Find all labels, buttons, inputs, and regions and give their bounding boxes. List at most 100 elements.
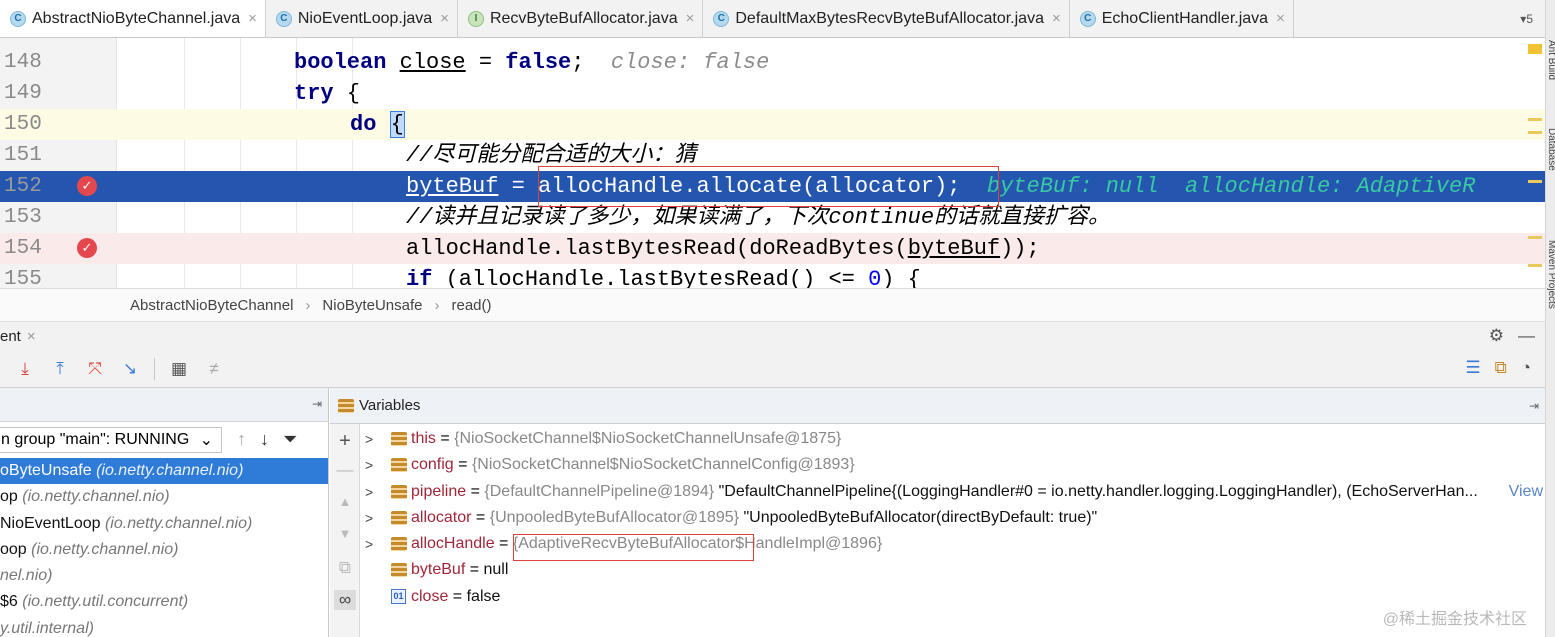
keyword: try (294, 81, 334, 106)
variable-row-close[interactable]: 01 close = false (360, 584, 1545, 610)
code-brace: { (333, 81, 361, 106)
frame-package: y.util.internal) (0, 619, 94, 637)
editor-tab-bar: C AbstractNioByteChannel.java × C NioEve… (0, 0, 1545, 38)
variable-value: {DefaultChannelPipeline@1894} (484, 483, 715, 500)
debug-header-actions: ⚙ — (1489, 326, 1535, 346)
code-line-148: 148 boolean close = false; close: false (0, 47, 1545, 78)
mute-breakpoints-icon[interactable]: ◔ (1521, 358, 1531, 378)
line-number: 149 (4, 82, 42, 105)
variable-row-allocator[interactable]: > allocator = {UnpooledByteBufAllocator@… (360, 505, 1545, 531)
frames-panel: ⇥ n group "main": RUNNING ⌄ ↑ ↓ ⏷ oByteU… (0, 388, 329, 637)
close-icon[interactable]: × (248, 10, 257, 27)
breadcrumb-separator: › (305, 296, 311, 314)
debug-toolbar-right: ☰ ⧉ ◔ (1465, 358, 1531, 378)
breadcrumb-item[interactable]: read() (451, 297, 491, 314)
close-icon[interactable]: × (1052, 10, 1061, 27)
ant-build-tab[interactable]: Ant Build (1546, 40, 1555, 80)
frame-method: op (0, 488, 23, 506)
stack-frame[interactable]: y.util.internal) (0, 616, 328, 637)
move-up-icon[interactable]: ▲ (336, 494, 354, 509)
variable-value: {NioSocketChannel$NioSocketChannelConfig… (471, 456, 855, 473)
arrow-up-icon[interactable]: ↑ (237, 429, 246, 450)
database-tab[interactable]: Database (1546, 128, 1555, 171)
tab-abstractniobytechannel[interactable]: C AbstractNioByteChannel.java × (0, 0, 266, 37)
code-comment: //尽可能分配合适的大小：猜 (406, 143, 697, 168)
marker (1528, 180, 1542, 183)
tab-recvbytebufallocator[interactable]: I RecvByteBufAllocator.java × (458, 0, 704, 37)
trace-icon[interactable]: ≠ (203, 358, 225, 380)
view-breakpoints-icon[interactable]: ☰ (1465, 358, 1480, 378)
drop-frame-icon[interactable]: ⤧ (84, 358, 106, 380)
frame-tools: ↑ ↓ ⏷ (237, 429, 297, 450)
pin-icon[interactable]: ⇥ (1529, 399, 1539, 413)
code-editor[interactable]: 148 boolean close = false; close: false … (0, 38, 1545, 288)
copy-icon[interactable]: ⧉ (336, 558, 354, 578)
restore-layout-icon[interactable]: ⧉ (1495, 358, 1507, 378)
variable-row-pipeline[interactable]: > pipeline = {DefaultChannelPipeline@189… (360, 479, 1545, 505)
thread-dropdown[interactable]: n group "main": RUNNING ⌄ (0, 427, 222, 453)
pin-icon[interactable]: ⇥ (312, 397, 322, 411)
frame-package: (io.netty.channel.nio) (31, 540, 179, 558)
frame-package: (io.netty.util.concurrent) (22, 593, 189, 611)
minimize-icon[interactable]: — (1518, 326, 1535, 346)
variable-equals: = (465, 561, 484, 578)
tab-label: DefaultMaxBytesRecvByteBufAllocator.java (735, 9, 1044, 27)
tabs-overflow-button[interactable]: ▾5 (1520, 0, 1545, 37)
evaluate-expression-icon[interactable]: ▦ (168, 358, 190, 380)
breadcrumb-item[interactable]: NioByteUnsafe (322, 297, 422, 314)
close-icon[interactable]: × (440, 10, 449, 27)
filter-icon[interactable]: ⏷ (283, 429, 297, 450)
code-line-154: 154 ✓ allocHandle.lastBytesRead(doReadBy… (0, 233, 1545, 264)
stack-frame[interactable]: op (io.netty.channel.nio) (0, 484, 328, 510)
gear-icon[interactable]: ⚙ (1489, 326, 1504, 346)
breadcrumb-item[interactable]: AbstractNioByteChannel (130, 297, 293, 314)
remove-watch-icon[interactable]: — (336, 460, 354, 480)
code-line-151: 151 //尽可能分配合适的大小：猜 (0, 140, 1545, 171)
close-icon[interactable]: × (1276, 10, 1285, 27)
breakpoint-icon[interactable]: ✓ (77, 176, 97, 196)
close-icon[interactable]: × (686, 10, 695, 27)
expand-icon[interactable]: > (365, 531, 373, 557)
code-close: )); (1000, 236, 1040, 261)
breakpoint-icon[interactable]: ✓ (77, 238, 97, 258)
arrow-down-icon[interactable]: ↓ (260, 429, 269, 450)
expand-icon[interactable]: > (365, 505, 373, 531)
tab-nioeventloop[interactable]: C NioEventLoop.java × (266, 0, 458, 37)
close-icon[interactable]: × (27, 328, 36, 345)
frame-package: nel.nio) (0, 567, 53, 585)
frame-method: oop (0, 540, 32, 558)
stack-frame[interactable]: oByteUnsafe (io.netty.channel.nio) (0, 458, 328, 485)
stack-frame[interactable]: $6 (io.netty.util.concurrent) (0, 589, 328, 615)
stack-frame[interactable]: nel.nio) (0, 563, 328, 589)
stack-frame[interactable]: NioEventLoop (io.netty.channel.nio) (0, 511, 328, 537)
move-down-icon[interactable]: ▼ (336, 526, 354, 541)
tab-label: AbstractNioByteChannel.java (32, 9, 241, 27)
variable-string: "UnpooledByteBufAllocator(directByDefaul… (739, 509, 1098, 526)
variable-row-bytebuf[interactable]: byteBuf = null (360, 557, 1545, 583)
line-number: 153 (4, 206, 42, 229)
debug-tab-label[interactable]: ent (0, 328, 21, 345)
variable-row-config[interactable]: > config = {NioSocketChannel$NioSocketCh… (360, 452, 1545, 478)
step-out-icon[interactable]: ⤒ (49, 358, 71, 380)
variable-name: allocHandle (411, 535, 495, 552)
infinity-icon[interactable]: ∞ (334, 590, 356, 610)
tab-label: RecvByteBufAllocator.java (489, 9, 678, 27)
step-into-icon[interactable]: ⤓ (14, 358, 36, 380)
add-watch-icon[interactable]: + (336, 430, 354, 453)
code-comment: //读并且记录读了多少，如果读满了，下次continue的话就直接扩容。 (406, 205, 1111, 230)
variable-name: close (411, 588, 449, 605)
expand-icon[interactable]: > (365, 479, 373, 505)
expand-icon[interactable]: > (365, 452, 373, 478)
tab-echoclienthandler[interactable]: C EchoClientHandler.java × (1070, 0, 1294, 37)
variable-row-allochandle[interactable]: > allocHandle = {AdaptiveRecvByteBufAllo… (360, 531, 1545, 557)
expand-icon[interactable]: > (365, 426, 373, 452)
stack-frame[interactable]: oop (io.netty.channel.nio) (0, 537, 328, 563)
variable-row-this[interactable]: > this = {NioSocketChannel$NioSocketChan… (360, 426, 1545, 452)
code-text: try { (294, 78, 360, 109)
field-icon (391, 485, 407, 499)
tab-defaultmaxbytesrecvbytebufallocator[interactable]: C DefaultMaxBytesRecvByteBufAllocator.ja… (703, 0, 1070, 37)
run-to-cursor-icon[interactable]: ↘ (119, 358, 141, 380)
view-link[interactable]: View (1509, 479, 1543, 505)
maven-projects-tab[interactable]: Maven Projects (1546, 240, 1555, 309)
watermark: @稀土掘金技术社区 (1382, 611, 1527, 628)
